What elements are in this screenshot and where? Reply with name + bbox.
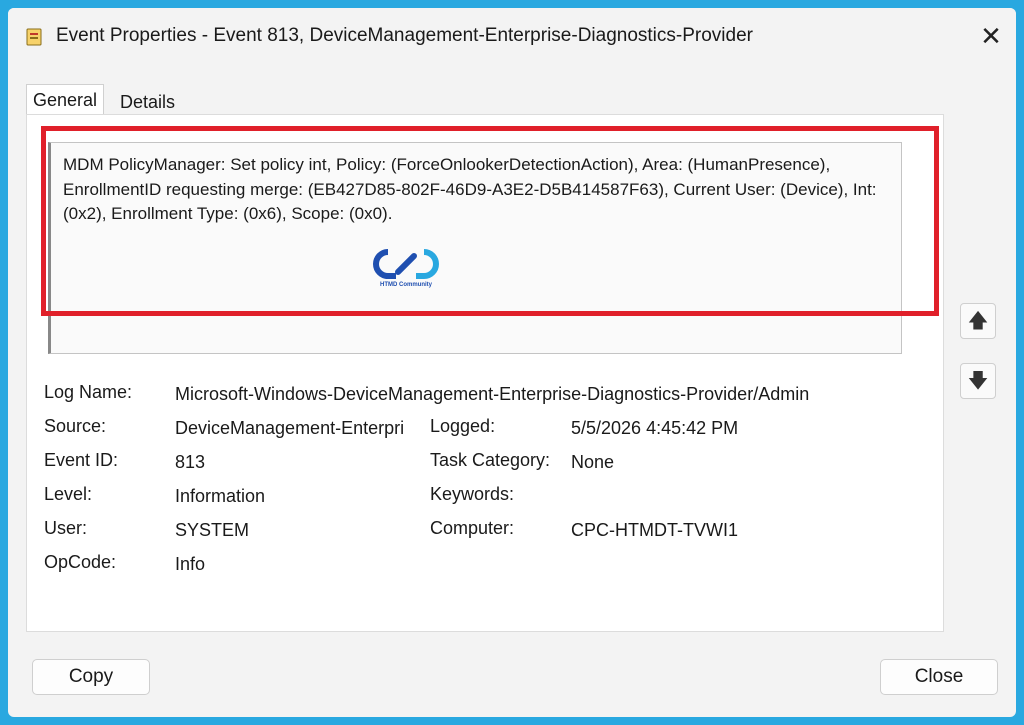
htmd-logo-icon: HTMD Community [372,244,440,294]
window-title: Event Properties - Event 813, DeviceMana… [56,25,753,46]
previous-event-button[interactable]: 🡅 [960,303,996,339]
event-description: MDM PolicyManager: Set policy int, Polic… [63,155,877,223]
logged-value: 5/5/2026 4:45:42 PM [571,418,739,438]
next-event-button[interactable]: 🡇 [960,363,996,399]
opcode-label: OpCode: [44,552,117,572]
keywords-label: Keywords: [430,484,515,504]
task-category-label: Task Category: [430,450,551,470]
close-icon[interactable]: ✕ [978,23,1004,49]
task-category-value: None [571,452,615,472]
computer-label: Computer: [430,518,515,538]
source-label: Source: [44,416,107,436]
log-name-label: Log Name: [44,382,133,402]
logged-label: Logged: [430,416,496,436]
user-value: SYSTEM [175,520,250,540]
title-bar: Event Properties - Event 813, DeviceMana… [8,8,1016,64]
event-id-label: Event ID: [44,450,119,470]
computer-value: CPC-HTMDT-TVWI1 [571,520,738,540]
level-label: Level: [44,484,93,504]
event-properties-window: Event Properties - Event 813, DeviceMana… [8,8,1016,717]
opcode-value: Info [175,554,206,574]
tab-details[interactable]: Details [114,88,181,116]
watermark-text: HTMD Community [380,282,432,288]
copy-button[interactable]: Copy [32,659,150,695]
close-button[interactable]: Close [880,659,998,695]
event-id-value: 813 [175,452,206,472]
event-description-box[interactable]: MDM PolicyManager: Set policy int, Polic… [48,142,902,354]
htmd-logo-graphic [373,249,439,279]
user-label: User: [44,518,88,538]
source-value: DeviceManagement-Enterpri [175,418,405,438]
level-value: Information [175,486,266,506]
log-name-value: Microsoft-Windows-DeviceManagement-Enter… [175,384,810,404]
arrow-down-icon: 🡇 [967,370,989,392]
arrow-up-icon: 🡅 [967,310,989,332]
event-viewer-app-icon [26,28,42,46]
